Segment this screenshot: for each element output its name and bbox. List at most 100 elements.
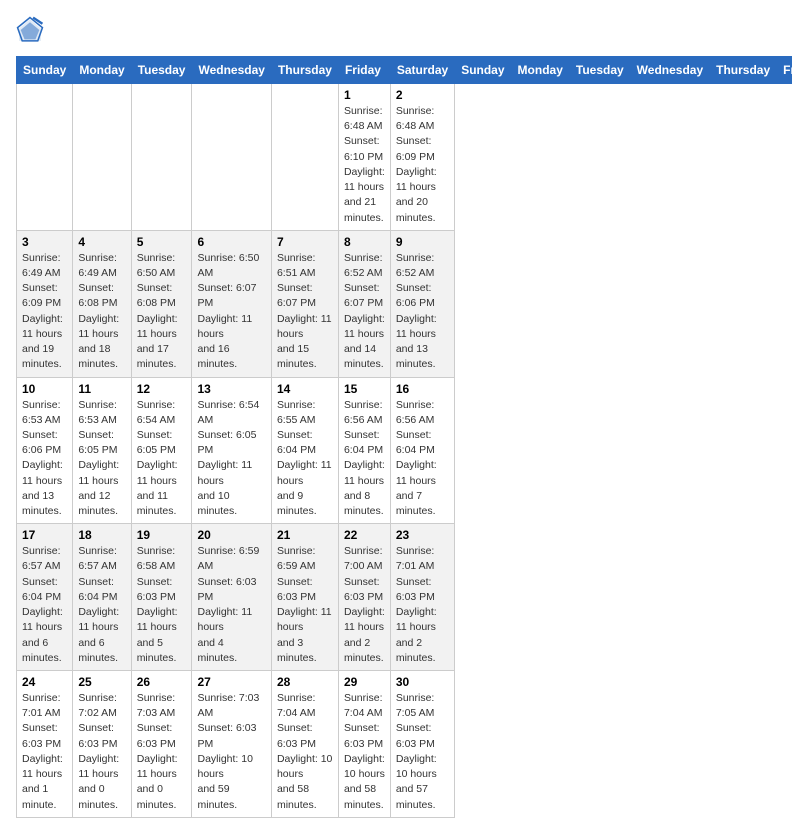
col-header-thursday: Thursday	[710, 57, 777, 84]
calendar-cell: 29 Sunrise: 7:04 AM Sunset: 6:03 PM Dayli…	[338, 671, 390, 818]
day-info: Sunrise: 6:57 AM Sunset: 6:04 PM Dayligh…	[22, 544, 67, 666]
day-number: 1	[344, 88, 385, 102]
page-header	[16, 16, 776, 44]
day-info: Sunrise: 7:04 AM Sunset: 6:03 PM Dayligh…	[277, 691, 333, 813]
calendar-cell: 8 Sunrise: 6:52 AM Sunset: 6:07 PM Daylig…	[338, 230, 390, 377]
day-number: 3	[22, 235, 67, 249]
calendar-cell: 11 Sunrise: 6:53 AM Sunset: 6:05 PM Dayli…	[73, 377, 131, 524]
header-monday: Monday	[73, 57, 131, 84]
header-tuesday: Tuesday	[131, 57, 192, 84]
calendar-cell	[17, 84, 73, 231]
calendar-cell: 25 Sunrise: 7:02 AM Sunset: 6:03 PM Dayli…	[73, 671, 131, 818]
calendar-cell	[131, 84, 192, 231]
calendar-cell	[192, 84, 271, 231]
day-number: 7	[277, 235, 333, 249]
day-info: Sunrise: 6:54 AM Sunset: 6:05 PM Dayligh…	[137, 398, 187, 520]
calendar-cell: 17 Sunrise: 6:57 AM Sunset: 6:04 PM Dayli…	[17, 524, 73, 671]
day-info: Sunrise: 6:49 AM Sunset: 6:09 PM Dayligh…	[22, 251, 67, 373]
day-info: Sunrise: 6:53 AM Sunset: 6:05 PM Dayligh…	[78, 398, 125, 520]
day-info: Sunrise: 6:51 AM Sunset: 6:07 PM Dayligh…	[277, 251, 333, 373]
day-info: Sunrise: 6:54 AM Sunset: 6:05 PM Dayligh…	[197, 398, 265, 520]
day-number: 4	[78, 235, 125, 249]
day-number: 28	[277, 675, 333, 689]
calendar-cell: 3 Sunrise: 6:49 AM Sunset: 6:09 PM Daylig…	[17, 230, 73, 377]
calendar-cell: 5Sunrise: 6:50 AM Sunset: 6:08 PM Daylig…	[131, 230, 192, 377]
day-number: 20	[197, 528, 265, 542]
day-info: Sunrise: 6:48 AM Sunset: 6:09 PM Dayligh…	[396, 104, 449, 226]
calendar-cell: 13 Sunrise: 6:54 AM Sunset: 6:05 PM Dayli…	[192, 377, 271, 524]
day-number: 2	[396, 88, 449, 102]
day-info: Sunrise: 7:05 AM Sunset: 6:03 PM Dayligh…	[396, 691, 449, 813]
day-info: Sunrise: 7:03 AM Sunset: 6:03 PM Dayligh…	[197, 691, 265, 813]
day-info: Sunrise: 6:58 AM Sunset: 6:03 PM Dayligh…	[137, 544, 187, 666]
day-number: 30	[396, 675, 449, 689]
day-number: 17	[22, 528, 67, 542]
calendar-cell: 7 Sunrise: 6:51 AM Sunset: 6:07 PM Daylig…	[271, 230, 338, 377]
calendar-cell: 9 Sunrise: 6:52 AM Sunset: 6:06 PM Daylig…	[390, 230, 454, 377]
day-info: Sunrise: 6:56 AM Sunset: 6:04 PM Dayligh…	[396, 398, 449, 520]
day-info: Sunrise: 6:52 AM Sunset: 6:06 PM Dayligh…	[396, 251, 449, 373]
day-number: 12	[137, 382, 187, 396]
calendar-week-1: 1Sunrise: 6:48 AM Sunset: 6:10 PM Daylig…	[17, 84, 792, 231]
calendar-cell	[73, 84, 131, 231]
day-info: Sunrise: 7:04 AM Sunset: 6:03 PM Dayligh…	[344, 691, 385, 813]
day-number: 22	[344, 528, 385, 542]
calendar-week-4: 17 Sunrise: 6:57 AM Sunset: 6:04 PM Dayli…	[17, 524, 792, 671]
day-info: Sunrise: 7:02 AM Sunset: 6:03 PM Dayligh…	[78, 691, 125, 813]
day-number: 29	[344, 675, 385, 689]
day-number: 16	[396, 382, 449, 396]
calendar-table: SundayMondayTuesdayWednesdayThursdayFrid…	[16, 56, 792, 818]
day-info: Sunrise: 6:53 AM Sunset: 6:06 PM Dayligh…	[22, 398, 67, 520]
day-info: Sunrise: 6:52 AM Sunset: 6:07 PM Dayligh…	[344, 251, 385, 373]
day-info: Sunrise: 7:00 AM Sunset: 6:03 PM Dayligh…	[344, 544, 385, 666]
logo-icon	[16, 16, 44, 44]
header-friday: Friday	[338, 57, 390, 84]
header-wednesday: Wednesday	[192, 57, 271, 84]
calendar-cell: 4 Sunrise: 6:49 AM Sunset: 6:08 PM Daylig…	[73, 230, 131, 377]
calendar-cell: 21Sunrise: 6:59 AM Sunset: 6:03 PM Dayli…	[271, 524, 338, 671]
calendar-week-2: 3 Sunrise: 6:49 AM Sunset: 6:09 PM Daylig…	[17, 230, 792, 377]
calendar-week-5: 24 Sunrise: 7:01 AM Sunset: 6:03 PM Dayli…	[17, 671, 792, 818]
day-info: Sunrise: 7:01 AM Sunset: 6:03 PM Dayligh…	[396, 544, 449, 666]
day-info: Sunrise: 6:49 AM Sunset: 6:08 PM Dayligh…	[78, 251, 125, 373]
calendar-cell: 19Sunrise: 6:58 AM Sunset: 6:03 PM Dayli…	[131, 524, 192, 671]
day-info: Sunrise: 6:59 AM Sunset: 6:03 PM Dayligh…	[197, 544, 265, 666]
calendar-cell: 24 Sunrise: 7:01 AM Sunset: 6:03 PM Dayli…	[17, 671, 73, 818]
day-number: 18	[78, 528, 125, 542]
day-number: 25	[78, 675, 125, 689]
calendar-cell	[271, 84, 338, 231]
calendar-week-3: 10 Sunrise: 6:53 AM Sunset: 6:06 PM Dayli…	[17, 377, 792, 524]
day-info: Sunrise: 6:56 AM Sunset: 6:04 PM Dayligh…	[344, 398, 385, 520]
day-number: 27	[197, 675, 265, 689]
day-info: Sunrise: 7:03 AM Sunset: 6:03 PM Dayligh…	[137, 691, 187, 813]
calendar-cell: 26 Sunrise: 7:03 AM Sunset: 6:03 PM Dayli…	[131, 671, 192, 818]
day-info: Sunrise: 7:01 AM Sunset: 6:03 PM Dayligh…	[22, 691, 67, 813]
calendar-cell: 22 Sunrise: 7:00 AM Sunset: 6:03 PM Dayli…	[338, 524, 390, 671]
day-number: 23	[396, 528, 449, 542]
day-number: 15	[344, 382, 385, 396]
calendar-header-row: SundayMondayTuesdayWednesdayThursdayFrid…	[17, 57, 792, 84]
header-saturday: Saturday	[390, 57, 454, 84]
calendar-cell: 20 Sunrise: 6:59 AM Sunset: 6:03 PM Dayli…	[192, 524, 271, 671]
calendar-cell: 12 Sunrise: 6:54 AM Sunset: 6:05 PM Dayli…	[131, 377, 192, 524]
day-info: Sunrise: 6:50 AM Sunset: 6:07 PM Dayligh…	[197, 251, 265, 373]
day-number: 26	[137, 675, 187, 689]
day-number: 24	[22, 675, 67, 689]
calendar-cell: 10 Sunrise: 6:53 AM Sunset: 6:06 PM Dayli…	[17, 377, 73, 524]
day-number: 13	[197, 382, 265, 396]
day-number: 10	[22, 382, 67, 396]
calendar-cell: 16 Sunrise: 6:56 AM Sunset: 6:04 PM Dayli…	[390, 377, 454, 524]
day-number: 14	[277, 382, 333, 396]
col-header-sunday: Sunday	[455, 57, 511, 84]
calendar-cell: 2 Sunrise: 6:48 AM Sunset: 6:09 PM Daylig…	[390, 84, 454, 231]
calendar-cell: 30 Sunrise: 7:05 AM Sunset: 6:03 PM Dayli…	[390, 671, 454, 818]
header-sunday: Sunday	[17, 57, 73, 84]
calendar-cell: 27 Sunrise: 7:03 AM Sunset: 6:03 PM Dayli…	[192, 671, 271, 818]
day-info: Sunrise: 6:55 AM Sunset: 6:04 PM Dayligh…	[277, 398, 333, 520]
day-number: 11	[78, 382, 125, 396]
day-number: 8	[344, 235, 385, 249]
calendar-cell: 6Sunrise: 6:50 AM Sunset: 6:07 PM Daylig…	[192, 230, 271, 377]
day-info: Sunrise: 6:57 AM Sunset: 6:04 PM Dayligh…	[78, 544, 125, 666]
day-number: 9	[396, 235, 449, 249]
calendar-cell: 15 Sunrise: 6:56 AM Sunset: 6:04 PM Dayli…	[338, 377, 390, 524]
